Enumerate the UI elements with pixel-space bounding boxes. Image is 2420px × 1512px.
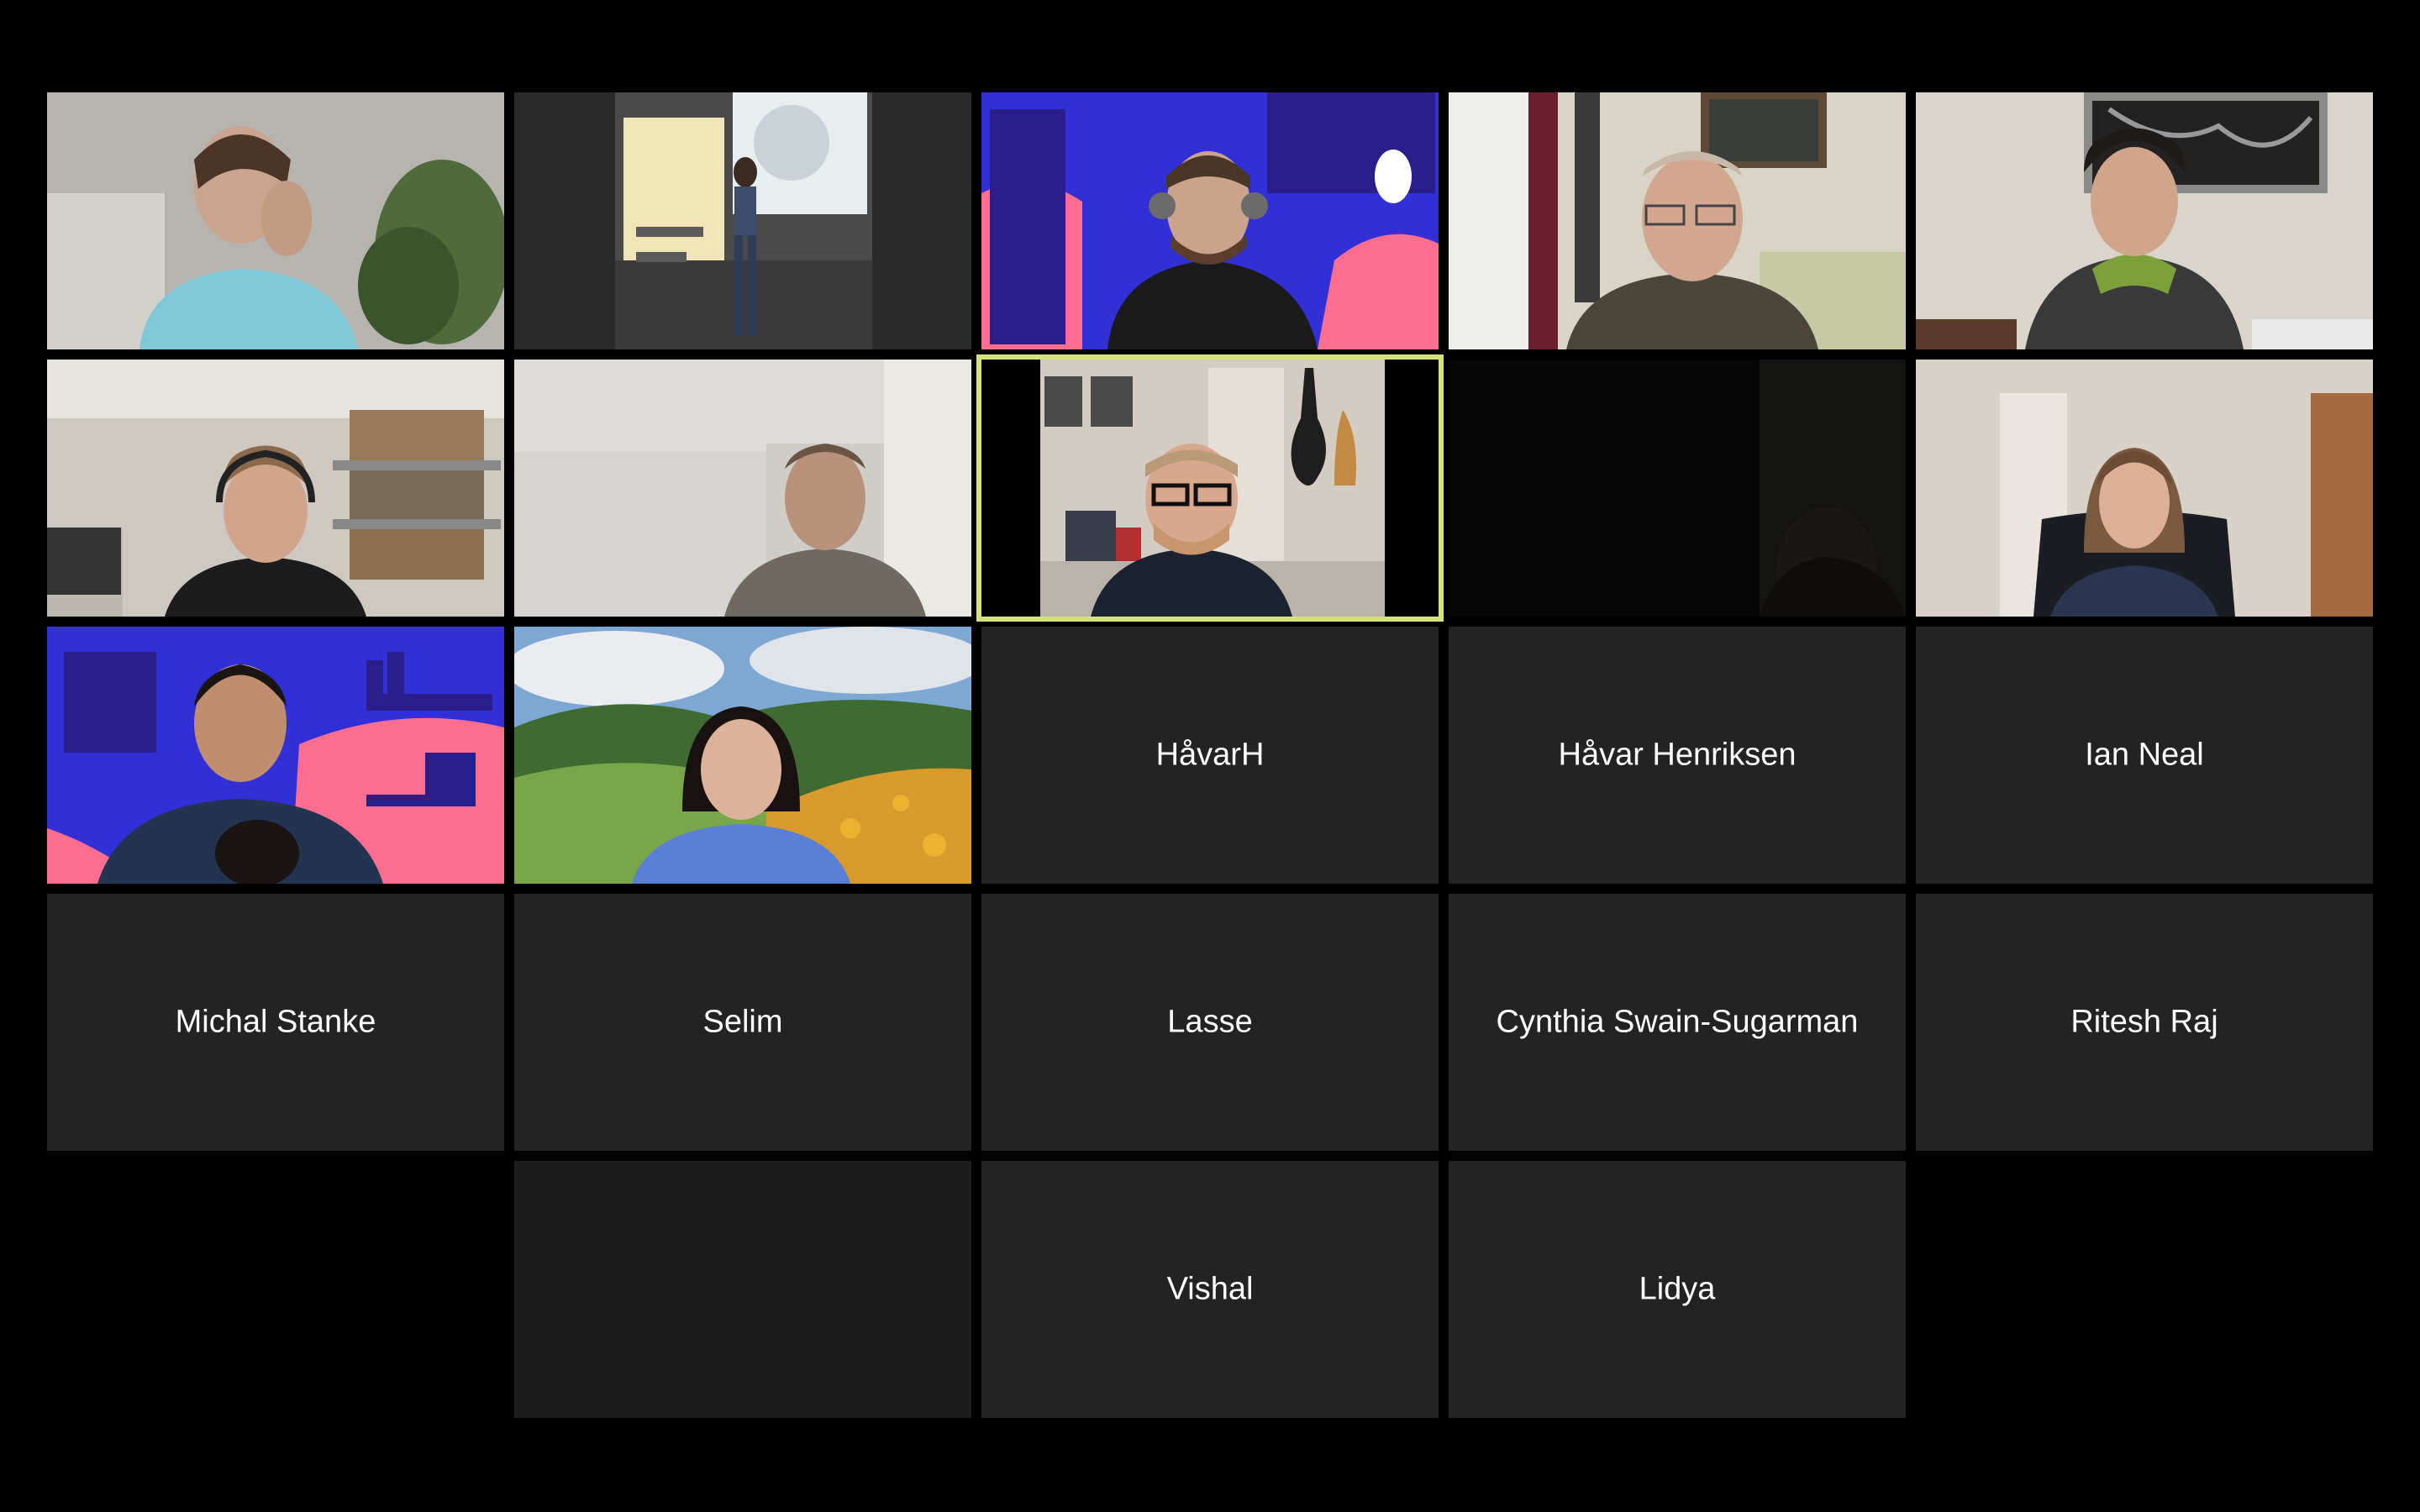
participant-video (514, 360, 971, 617)
participant-name: Ritesh Raj (2070, 1004, 2218, 1040)
participant-tile-no-video[interactable]: Lidya (1449, 1161, 1906, 1418)
participant-name: Vishal (1166, 1271, 1254, 1307)
participant-video (47, 92, 504, 349)
participant-name: Michal Stanke (175, 1004, 376, 1040)
participant-name: Ian Neal (2085, 737, 2204, 773)
participant-video (47, 360, 504, 617)
video-tile-r1c4[interactable] (1449, 92, 1906, 349)
video-tile-r2c3-active-speaker[interactable] (976, 354, 1444, 622)
video-tile-r1c5[interactable] (1916, 92, 2373, 349)
participant-tile-no-video[interactable]: Håvar Henriksen (1449, 627, 1906, 884)
participant-video (1449, 360, 1906, 617)
participant-video (981, 92, 1439, 349)
participant-tile-blank[interactable] (514, 1161, 971, 1418)
video-tile-r2c2[interactable] (514, 360, 971, 617)
participant-video (1449, 92, 1906, 349)
participant-tile-no-video[interactable]: Ian Neal (1916, 627, 2373, 884)
participant-video (47, 627, 504, 884)
participant-name: Lidya (1639, 1271, 1716, 1307)
gallery-view-grid: HåvarH Håvar Henriksen Ian Neal Michal S… (47, 92, 2373, 1418)
participant-video (981, 360, 1439, 617)
video-tile-r3c2[interactable] (514, 627, 971, 884)
participant-tile-no-video[interactable]: Ritesh Raj (1916, 894, 2373, 1151)
video-tile-r1c3[interactable] (981, 92, 1439, 349)
video-tile-r1c2[interactable] (514, 92, 971, 349)
participant-tile-no-video[interactable]: HåvarH (981, 627, 1439, 884)
participant-tile-no-video[interactable]: Vishal (981, 1161, 1439, 1418)
participant-name: Håvar Henriksen (1558, 737, 1797, 773)
participant-video (1916, 92, 2373, 349)
participant-tile-no-video[interactable]: Lasse (981, 894, 1439, 1151)
participant-video (514, 627, 971, 884)
video-tile-r1c1[interactable] (47, 92, 504, 349)
participant-video (514, 92, 971, 349)
participant-tile-no-video[interactable]: Michal Stanke (47, 894, 504, 1151)
participant-name: Selim (702, 1004, 783, 1040)
participant-tile-no-video[interactable]: Selim (514, 894, 971, 1151)
participant-tile-no-video[interactable]: Cynthia Swain-Sugarman (1449, 894, 1906, 1151)
empty-grid-slot (1916, 1161, 2373, 1418)
participant-video (1916, 360, 2373, 617)
participant-name: Lasse (1167, 1004, 1253, 1040)
participant-name: Cynthia Swain-Sugarman (1496, 1004, 1859, 1040)
video-tile-r2c5[interactable] (1916, 360, 2373, 617)
video-tile-r2c1[interactable] (47, 360, 504, 617)
video-tile-r2c4[interactable] (1449, 360, 1906, 617)
empty-grid-slot (47, 1161, 504, 1418)
participant-name: HåvarH (1155, 737, 1265, 773)
video-tile-r3c1[interactable] (47, 627, 504, 884)
